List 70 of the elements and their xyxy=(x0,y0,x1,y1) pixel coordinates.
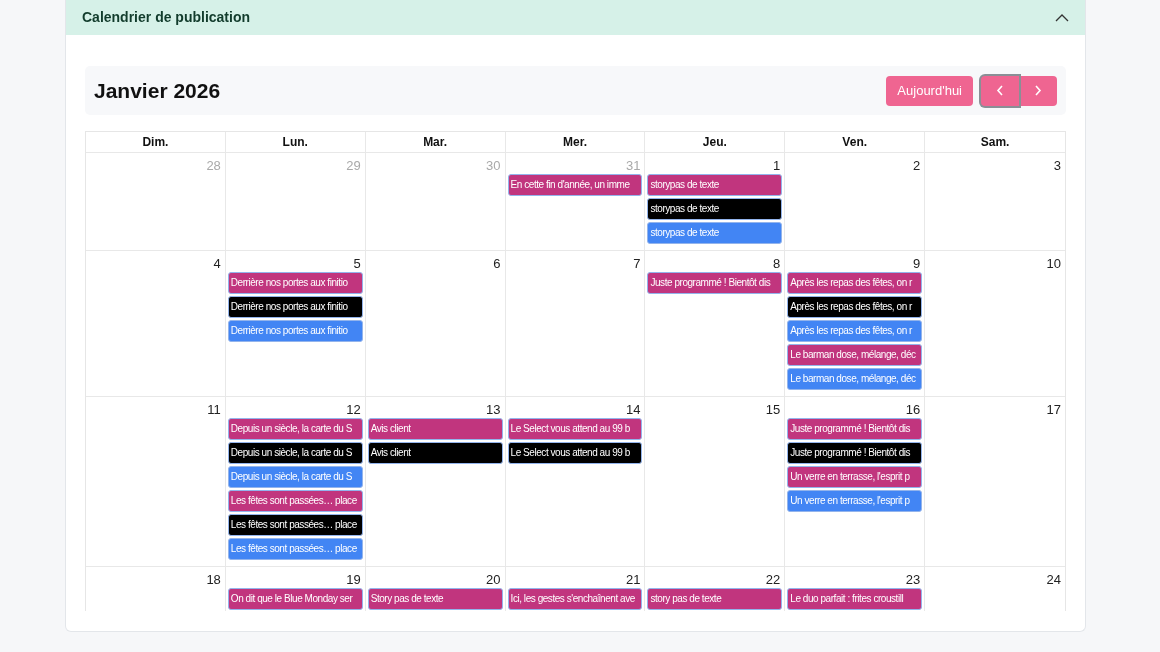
event-item[interactable]: storypas de texte xyxy=(647,198,783,220)
day-number[interactable]: 24 xyxy=(1046,567,1063,588)
event-item[interactable]: On dit que le Blue Monday ser xyxy=(227,588,363,610)
day-number[interactable]: 12 xyxy=(346,397,363,418)
event-item[interactable]: Le barman dose, mélange, déc xyxy=(787,368,923,390)
panel-header[interactable]: Calendrier de publication xyxy=(66,0,1085,35)
weekday-header: Dim. xyxy=(86,132,226,153)
event-item[interactable]: Depuis un siècle, la carte du S xyxy=(227,442,363,464)
day-number[interactable]: 10 xyxy=(1046,251,1063,272)
day-number[interactable]: 3 xyxy=(1053,153,1063,174)
event-item[interactable]: Derrière nos portes aux finitio xyxy=(227,272,363,294)
weekday-header: Mar. xyxy=(365,132,506,153)
event-item[interactable]: Après les repas des fêtes, on r xyxy=(787,320,923,342)
event-item[interactable]: Le Select vous attend au 99 b xyxy=(507,442,643,464)
day-number[interactable]: 16 xyxy=(905,397,923,418)
day-number[interactable]: 15 xyxy=(765,397,783,418)
event-item[interactable]: Les fêtes sont passées… place xyxy=(227,538,363,560)
event-item[interactable]: storypas de texte xyxy=(647,174,783,196)
day-number[interactable]: 1 xyxy=(773,153,783,174)
event-item[interactable]: Depuis un siècle, la carte du S xyxy=(227,418,363,440)
event-item[interactable]: En cette fin d'année, un imme xyxy=(507,174,643,196)
event-item[interactable]: Avis client xyxy=(367,442,503,464)
panel-title: Calendrier de publication xyxy=(82,8,251,27)
event-item[interactable]: Le Select vous attend au 99 b xyxy=(507,418,643,440)
event-item[interactable]: Avis client xyxy=(367,418,503,440)
event-item[interactable]: Après les repas des fêtes, on r xyxy=(787,272,923,294)
day-number[interactable]: 4 xyxy=(213,251,223,272)
weekday-header: Mer. xyxy=(505,132,646,153)
day-number[interactable]: 6 xyxy=(493,251,503,272)
event-item[interactable]: Juste programmé ! Bientôt dis xyxy=(787,442,923,464)
weekday-header: Sam. xyxy=(925,132,1065,153)
event-item[interactable]: Les fêtes sont passées… place xyxy=(227,490,363,512)
chevron-up-icon[interactable] xyxy=(1055,13,1069,22)
day-number[interactable]: 5 xyxy=(353,251,363,272)
event-item[interactable]: Le barman dose, mélange, déc xyxy=(787,344,923,366)
day-number[interactable]: 18 xyxy=(206,567,223,588)
month-title: Janvier 2026 xyxy=(94,77,221,104)
event-item[interactable]: Les fêtes sont passées… place xyxy=(227,514,363,536)
day-number[interactable]: 22 xyxy=(765,567,783,588)
event-item[interactable]: Story pas de texte xyxy=(367,588,503,610)
day-number[interactable]: 2 xyxy=(912,153,923,174)
event-item[interactable]: Un verre en terrasse, l'esprit p xyxy=(787,490,923,512)
event-item[interactable]: Juste programmé ! Bientôt dis xyxy=(787,418,923,440)
day-number[interactable]: 20 xyxy=(486,567,503,588)
day-number[interactable]: 8 xyxy=(773,251,783,272)
event-item[interactable]: Derrière nos portes aux finitio xyxy=(227,296,363,318)
day-number[interactable]: 13 xyxy=(486,397,503,418)
day-number[interactable]: 23 xyxy=(905,567,923,588)
event-item[interactable]: storypas de texte xyxy=(647,222,783,244)
weekday-header: Jeu. xyxy=(645,132,786,153)
day-number[interactable]: 9 xyxy=(912,251,923,272)
event-item[interactable]: Derrière nos portes aux finitio xyxy=(227,320,363,342)
day-number[interactable]: 21 xyxy=(625,567,643,588)
event-item[interactable]: story pas de texte xyxy=(647,588,783,610)
event-item[interactable]: Un verre en terrasse, l'esprit p xyxy=(787,466,923,488)
event-item[interactable]: Après les repas des fêtes, on r xyxy=(787,296,923,318)
day-number[interactable]: 14 xyxy=(625,397,643,418)
chevron-left-icon xyxy=(996,85,1004,96)
next-button[interactable] xyxy=(1019,75,1057,106)
chevron-right-icon xyxy=(1034,85,1042,96)
day-number[interactable]: 7 xyxy=(633,251,643,272)
event-item[interactable]: Juste programmé ! Bientôt dis xyxy=(647,272,783,294)
event-item[interactable]: Ici, les gestes s'enchaînent ave xyxy=(507,588,643,610)
day-number[interactable]: 11 xyxy=(207,397,223,418)
day-number[interactable]: 17 xyxy=(1046,397,1063,418)
event-item[interactable]: Le duo parfait : frites croustill xyxy=(787,588,923,610)
weekday-header: Lun. xyxy=(225,132,366,153)
day-number[interactable]: 19 xyxy=(346,567,363,588)
weekday-header: Ven. xyxy=(785,132,926,153)
event-item[interactable]: Depuis un siècle, la carte du S xyxy=(227,466,363,488)
